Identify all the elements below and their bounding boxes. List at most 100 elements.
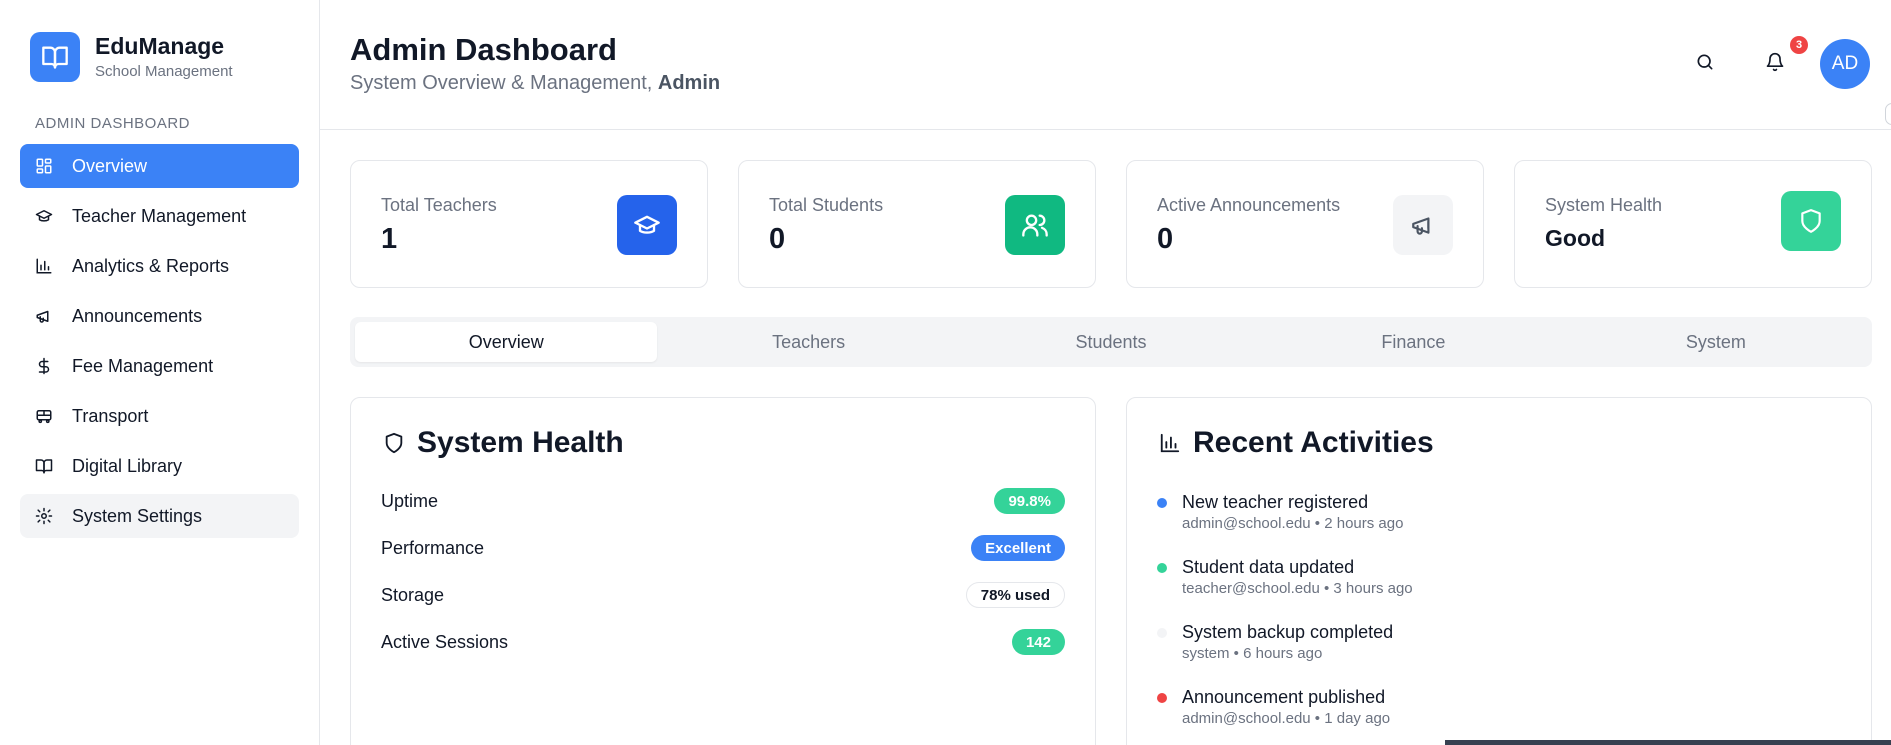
tab-overview[interactable]: Overview bbox=[355, 322, 658, 362]
activity-title: Announcement published bbox=[1182, 687, 1386, 707]
book-open-icon bbox=[30, 32, 80, 82]
tab-students[interactable]: Students bbox=[960, 322, 1262, 362]
health-row-storage: Storage 78% used bbox=[381, 580, 1065, 610]
status-badge: 99.8% bbox=[994, 488, 1065, 514]
sidebar-item-label: Digital Library bbox=[72, 455, 183, 476]
stat-card-total-students: Total Students 0 bbox=[738, 160, 1096, 288]
sidebar-item-label: Teacher Management bbox=[72, 205, 247, 226]
grid-icon bbox=[34, 156, 54, 176]
sidebar-item-transport[interactable]: Transport bbox=[20, 394, 299, 438]
panel-edge-handle[interactable] bbox=[1885, 103, 1891, 125]
stat-card-active-announcements: Active Announcements 0 bbox=[1126, 160, 1484, 288]
shield-icon bbox=[381, 430, 407, 456]
top-header: Admin Dashboard System Overview & Manage… bbox=[320, 0, 1891, 130]
health-label: Storage bbox=[381, 584, 445, 605]
activity-dot bbox=[1157, 498, 1167, 508]
activity-item: New teacher registered admin@school.edu … bbox=[1157, 490, 1403, 534]
health-row-performance: Performance Excellent bbox=[381, 533, 1065, 563]
notification-badge: 3 bbox=[1790, 36, 1808, 54]
subtitle-text: System Overview & Management, bbox=[350, 72, 658, 94]
tab-bar: Overview Teachers Students Finance Syste… bbox=[350, 317, 1872, 367]
stat-card-total-teachers: Total Teachers 1 bbox=[350, 160, 708, 288]
sidebar-item-announcements[interactable]: Announcements bbox=[20, 294, 299, 338]
activity-time: 3 hours ago bbox=[1333, 580, 1413, 597]
activity-user: admin@school.edu bbox=[1182, 710, 1311, 727]
activity-user: system bbox=[1182, 645, 1230, 662]
tab-finance[interactable]: Finance bbox=[1262, 322, 1564, 362]
brand-name: EduManage bbox=[95, 33, 225, 59]
tab-system[interactable]: System bbox=[1565, 322, 1867, 362]
sidebar-section-label: ADMIN DASHBOARD bbox=[35, 115, 191, 132]
activity-user: teacher@school.edu bbox=[1182, 580, 1320, 597]
sidebar-item-analytics[interactable]: Analytics & Reports bbox=[20, 244, 299, 288]
notifications-button[interactable] bbox=[1755, 44, 1795, 84]
health-label: Uptime bbox=[381, 490, 439, 511]
activity-meta: teacher@school.edu • 3 hours ago bbox=[1182, 580, 1413, 597]
activity-dot bbox=[1157, 628, 1167, 638]
dollar-icon bbox=[34, 356, 54, 376]
activity-item: Announcement published admin@school.edu … bbox=[1157, 685, 1390, 729]
sidebar-item-overview[interactable]: Overview bbox=[20, 144, 299, 188]
activity-meta: system • 6 hours ago bbox=[1182, 645, 1323, 662]
sidebar: EduManage School Management ADMIN DASHBO… bbox=[0, 0, 320, 745]
tab-teachers[interactable]: Teachers bbox=[657, 322, 959, 362]
stat-label: Total Students bbox=[769, 195, 884, 215]
activity-dot bbox=[1157, 563, 1167, 573]
book-icon bbox=[34, 456, 54, 476]
page-title: Admin Dashboard bbox=[350, 32, 617, 67]
stat-label: Total Teachers bbox=[381, 195, 497, 215]
stat-value: 0 bbox=[769, 223, 786, 255]
activity-title: Student data updated bbox=[1182, 557, 1355, 577]
activity-title: New teacher registered bbox=[1182, 492, 1369, 512]
search-icon bbox=[1695, 52, 1715, 77]
sidebar-item-label: Overview bbox=[72, 155, 148, 176]
system-health-panel: System Health Uptime 99.8% Performance E… bbox=[350, 397, 1096, 745]
health-row-uptime: Uptime 99.8% bbox=[381, 486, 1065, 516]
megaphone-icon bbox=[34, 306, 54, 326]
activity-title: System backup completed bbox=[1182, 622, 1394, 642]
sidebar-item-teacher-management[interactable]: Teacher Management bbox=[20, 194, 299, 238]
sidebar-item-label: Analytics & Reports bbox=[72, 255, 230, 276]
panel-title-text: Recent Activities bbox=[1193, 426, 1434, 459]
sidebar-item-digital-library[interactable]: Digital Library bbox=[20, 444, 299, 488]
health-row-active-sessions: Active Sessions 142 bbox=[381, 627, 1065, 657]
users-icon bbox=[1005, 195, 1065, 255]
page-subtitle: System Overview & Management, Admin bbox=[350, 72, 720, 95]
activity-user: admin@school.edu bbox=[1182, 515, 1311, 532]
avatar[interactable]: AD bbox=[1820, 39, 1870, 89]
recent-activities-panel: Recent Activities New teacher registered… bbox=[1126, 397, 1872, 745]
stat-value: Good bbox=[1545, 225, 1606, 251]
gear-icon bbox=[34, 506, 54, 526]
panel-title: Recent Activities bbox=[1157, 426, 1434, 460]
bar-chart-icon bbox=[34, 256, 54, 276]
panel-title: System Health bbox=[381, 426, 624, 460]
sidebar-item-label: Transport bbox=[72, 405, 149, 426]
sidebar-item-fee-management[interactable]: Fee Management bbox=[20, 344, 299, 388]
sidebar-nav: Overview Teacher Management Analytics & … bbox=[20, 144, 299, 544]
panel-title-text: System Health bbox=[417, 426, 624, 459]
activity-time: 6 hours ago bbox=[1243, 645, 1323, 662]
sidebar-item-label: Fee Management bbox=[72, 355, 214, 376]
search-button[interactable] bbox=[1685, 44, 1725, 84]
subtitle-user: Admin bbox=[657, 72, 721, 94]
graduation-cap-icon bbox=[617, 195, 677, 255]
status-badge: 78% used bbox=[965, 582, 1065, 608]
stat-card-system-health: System Health Good bbox=[1514, 160, 1872, 288]
stat-value: 0 bbox=[1157, 223, 1174, 255]
brand[interactable]: EduManage School Management bbox=[30, 32, 233, 82]
sidebar-item-system-settings[interactable]: System Settings bbox=[20, 494, 299, 538]
shield-icon bbox=[1781, 191, 1841, 251]
bar-chart-icon bbox=[1157, 430, 1183, 456]
activity-item: System backup completed system • 6 hours… bbox=[1157, 620, 1393, 664]
stat-value: 1 bbox=[381, 223, 398, 255]
status-badge: 142 bbox=[1011, 629, 1065, 655]
activity-meta: admin@school.edu • 1 day ago bbox=[1182, 710, 1391, 727]
stat-label: System Health bbox=[1545, 195, 1663, 215]
bus-icon bbox=[34, 406, 54, 426]
health-label: Active Sessions bbox=[381, 631, 509, 652]
stat-label: Active Announcements bbox=[1157, 195, 1341, 215]
bell-icon bbox=[1765, 52, 1785, 77]
activity-dot bbox=[1157, 693, 1167, 703]
graduation-cap-icon bbox=[34, 206, 54, 226]
bottom-overlay-bar bbox=[1445, 740, 1891, 745]
